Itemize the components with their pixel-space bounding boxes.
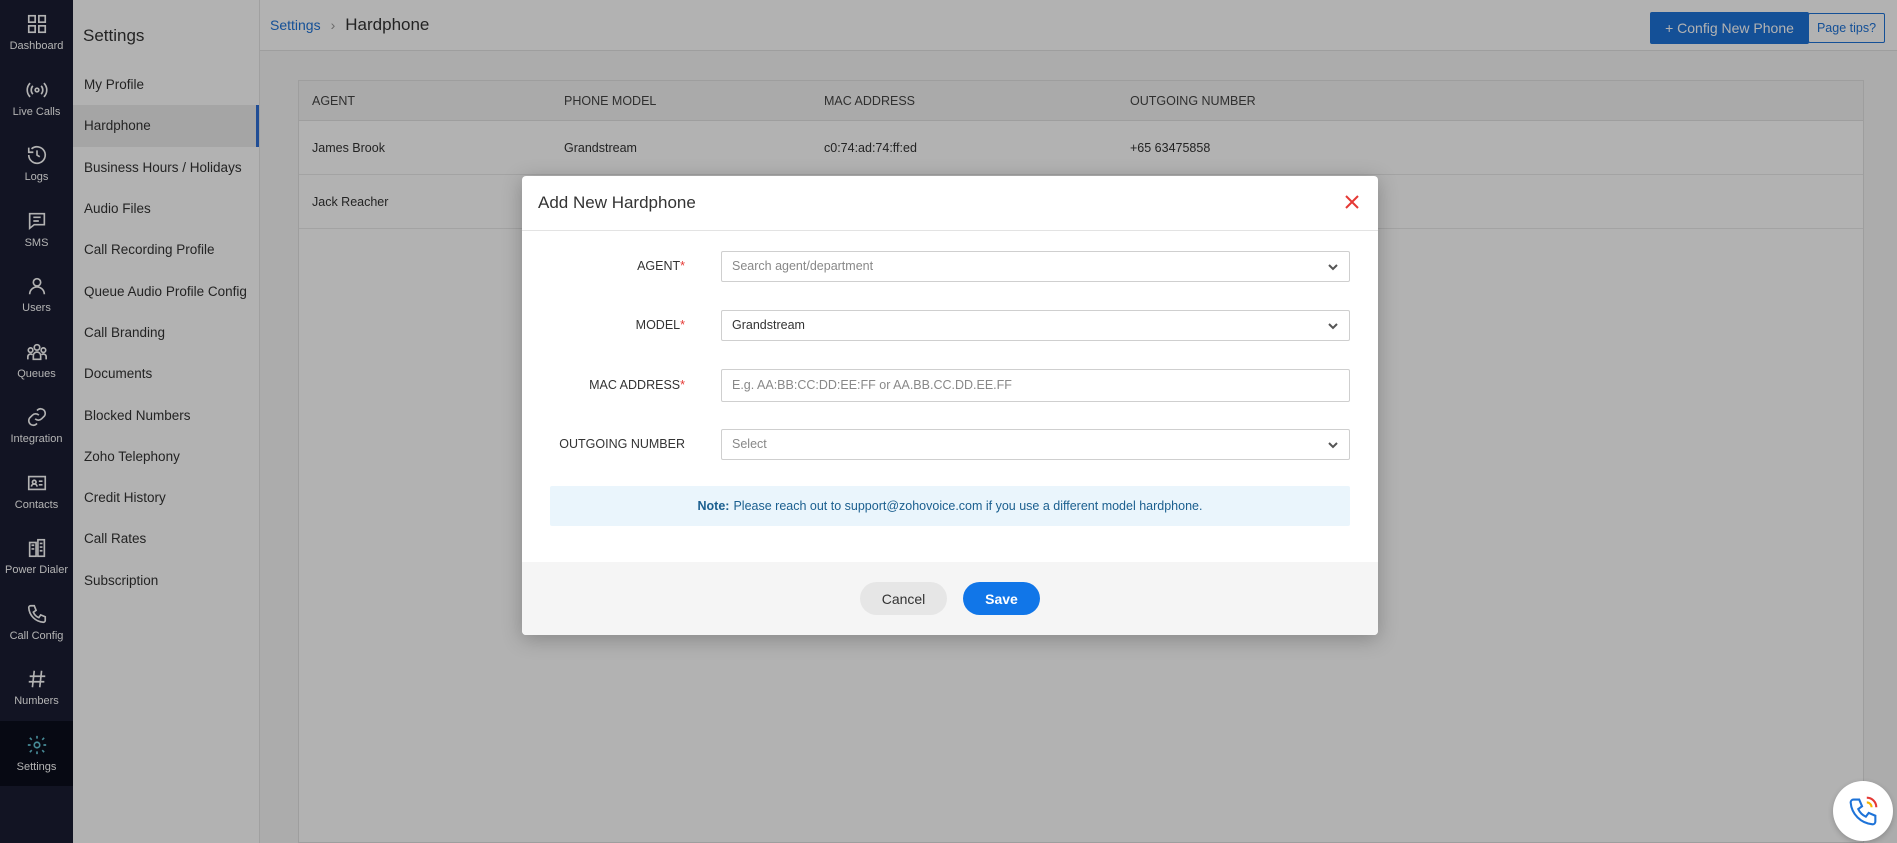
chevron-down-icon <box>1327 261 1339 273</box>
close-icon[interactable] <box>1342 192 1362 212</box>
mac-address-input[interactable] <box>732 378 1332 392</box>
add-hardphone-modal: Add New Hardphone AGENT* Search agent/de… <box>522 176 1378 635</box>
mac-label-text: MAC ADDRESS <box>589 378 681 392</box>
agent-label: AGENT* <box>522 259 685 273</box>
phone-ring-icon <box>1849 796 1878 826</box>
model-label: MODEL* <box>522 318 685 332</box>
required-mark: * <box>680 378 685 392</box>
model-value: Grandstream <box>732 318 805 332</box>
agent-label-text: AGENT <box>637 259 681 273</box>
outgoing-label: OUTGOING NUMBER <box>559 437 685 451</box>
note-prefix: Note: <box>697 499 730 513</box>
agent-select[interactable]: Search agent/department <box>721 250 1350 282</box>
modal-footer: Cancel Save <box>522 562 1378 635</box>
mac-row: MAC ADDRESS* <box>522 368 1378 402</box>
chevron-down-icon <box>1327 320 1339 332</box>
mac-label: MAC ADDRESS* <box>522 378 685 392</box>
outgoing-number-select[interactable]: Select <box>721 428 1350 460</box>
softphone-launcher-button[interactable] <box>1833 781 1893 841</box>
model-select[interactable]: Grandstream <box>721 309 1350 341</box>
model-label-text: MODEL <box>635 318 681 332</box>
required-mark: * <box>680 318 685 332</box>
note-text: Please reach out to support@zohovoice.co… <box>733 499 1203 513</box>
agent-placeholder: Search agent/department <box>732 259 874 273</box>
modal-header: Add New Hardphone <box>522 176 1378 231</box>
cancel-button[interactable]: Cancel <box>860 582 947 615</box>
model-row: MODEL* Grandstream <box>522 309 1378 341</box>
mac-address-field[interactable] <box>721 368 1350 402</box>
outgoing-row: OUTGOING NUMBER Select <box>522 428 1378 460</box>
required-mark: * <box>680 259 685 273</box>
modal-title: Add New Hardphone <box>538 193 696 212</box>
save-button[interactable]: Save <box>963 582 1040 615</box>
note-banner: Note: Please reach out to support@zohovo… <box>550 486 1350 526</box>
outgoing-placeholder: Select <box>732 437 767 451</box>
agent-row: AGENT* Search agent/department <box>522 250 1378 282</box>
chevron-down-icon <box>1327 439 1339 451</box>
